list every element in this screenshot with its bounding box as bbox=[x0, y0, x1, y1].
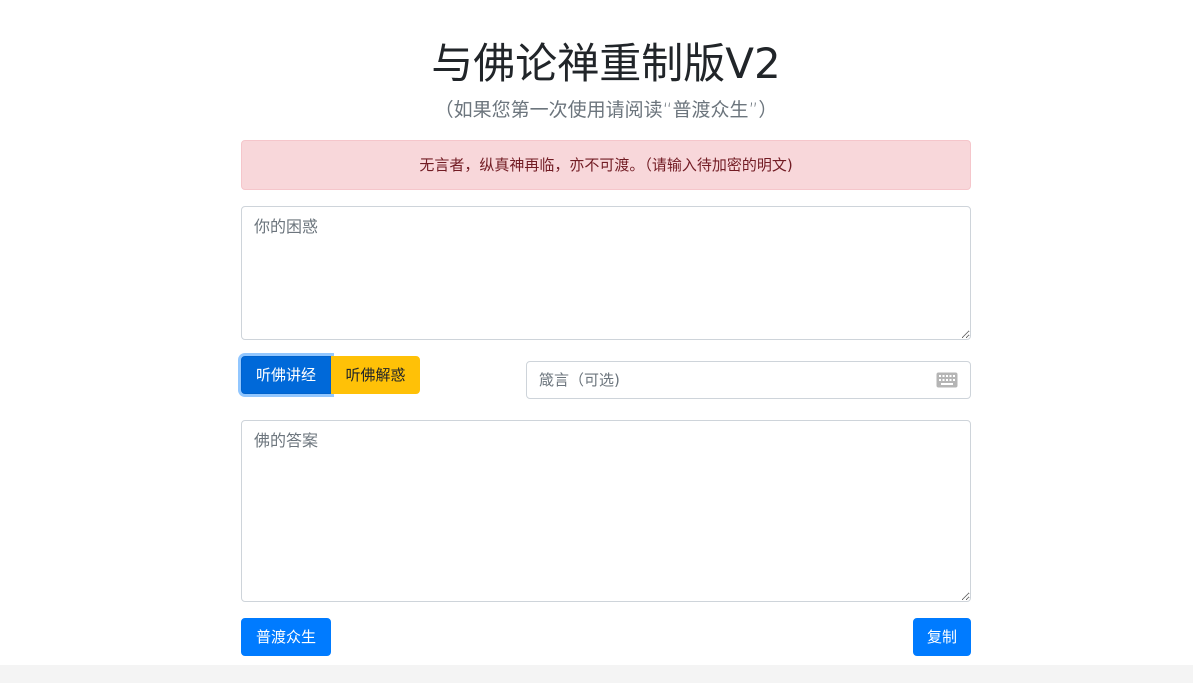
encrypt-button[interactable]: 听佛讲经 bbox=[241, 356, 331, 394]
key-input[interactable] bbox=[527, 362, 927, 398]
answer-textarea[interactable] bbox=[241, 420, 971, 602]
bottom-bar bbox=[0, 665, 1193, 683]
keyboard-icon[interactable] bbox=[936, 372, 958, 388]
copy-button[interactable]: 复制 bbox=[913, 618, 971, 656]
page: 与佛论禅重制版V2 （如果您第一次使用请阅读“普渡众生”） 无言者，纵真神再临，… bbox=[0, 0, 1193, 683]
help-button[interactable]: 普渡众生 bbox=[241, 618, 331, 656]
question-textarea[interactable] bbox=[241, 206, 971, 340]
page-subtitle: （如果您第一次使用请阅读“普渡众生”） bbox=[434, 99, 778, 121]
decrypt-button[interactable]: 听佛解惑 bbox=[331, 356, 420, 394]
page-title: 与佛论禅重制版V2 bbox=[431, 39, 781, 88]
key-input-group bbox=[526, 361, 971, 399]
status-alert: 无言者，纵真神再临，亦不可渡。（请输入待加密的明文) bbox=[241, 140, 971, 190]
